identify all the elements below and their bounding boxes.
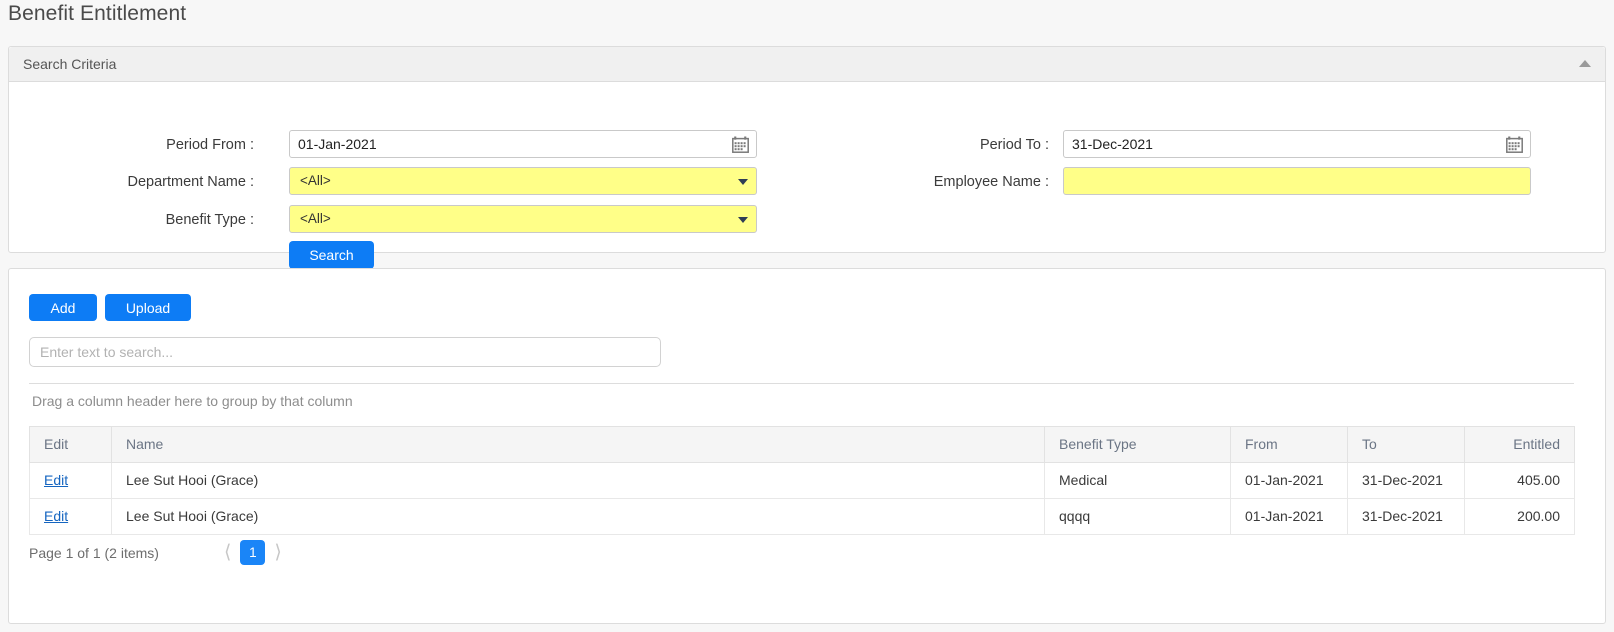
name-cell: Lee Sut Hooi (Grace) xyxy=(111,462,1045,499)
benefit-type-select[interactable]: <All> xyxy=(289,205,757,233)
page-title: Benefit Entitlement xyxy=(8,2,187,25)
column-header-from[interactable]: From xyxy=(1230,426,1348,463)
add-button[interactable]: Add xyxy=(29,294,97,321)
search-criteria-header: Search Criteria xyxy=(9,47,1605,82)
period-to-input[interactable] xyxy=(1063,130,1531,158)
column-header-name[interactable]: Name xyxy=(111,426,1045,463)
edit-cell: Edit xyxy=(29,462,112,499)
employee-name-input[interactable] xyxy=(1063,167,1531,195)
benefit-type-label: Benefit Type : xyxy=(165,212,254,228)
department-name-select[interactable]: <All> xyxy=(289,167,757,195)
pagination-info: Page 1 of 1 (2 items) xyxy=(29,544,159,561)
benefit-entitlement-page: Benefit Entitlement Search Criteria Peri… xyxy=(0,0,1614,632)
upload-button[interactable]: Upload xyxy=(105,294,191,321)
search-input[interactable] xyxy=(29,337,661,367)
employee-name-label: Employee Name : xyxy=(933,174,1049,190)
results-panel: Add Upload Drag a column header here to … xyxy=(8,268,1606,624)
search-criteria-panel: Search Criteria Period From : 01-Jan-202… xyxy=(8,46,1606,269)
pagination: Page 1 of 1 (2 items) ⟨ 1 ⟩ xyxy=(29,540,291,565)
entitled-cell: 405.00 xyxy=(1464,462,1575,499)
period-from-label: Period From : xyxy=(166,137,254,153)
group-by-hint: Drag a column header here to group by th… xyxy=(32,393,353,409)
benefit-type-cell: Medical xyxy=(1044,462,1231,499)
benefit-type-value: <All> xyxy=(300,211,331,226)
table-row: Edit Lee Sut Hooi (Grace) Medical 01-Jan… xyxy=(29,462,1575,499)
period-to-label: Period To : xyxy=(979,137,1049,153)
divider xyxy=(29,383,1574,384)
table-row: Edit Lee Sut Hooi (Grace) qqqq 01-Jan-20… xyxy=(29,498,1575,535)
edit-link[interactable]: Edit xyxy=(44,472,68,488)
to-cell: 31-Dec-2021 xyxy=(1347,498,1465,535)
from-cell: 01-Jan-2021 xyxy=(1230,462,1348,499)
entitled-cell: 200.00 xyxy=(1464,498,1575,535)
column-header-benefit-type[interactable]: Benefit Type xyxy=(1044,426,1231,463)
chevron-down-icon xyxy=(738,179,748,185)
chevron-up-icon[interactable] xyxy=(1579,60,1593,70)
page-number-1[interactable]: 1 xyxy=(240,540,266,565)
grid-header-row: Edit Name Benefit Type From To Entitled xyxy=(29,426,1575,463)
calendar-icon[interactable] xyxy=(1506,136,1523,153)
period-from-input[interactable] xyxy=(289,130,757,158)
search-criteria-body: Period From : 01-Jan-2021 Period To: 31… xyxy=(9,82,1605,269)
from-cell: 01-Jan-2021 xyxy=(1230,498,1348,535)
chevron-down-icon xyxy=(738,217,748,223)
benefit-entitlement-grid: Edit Name Benefit Type From To Entitled … xyxy=(29,426,1575,535)
benefit-type-cell: qqqq xyxy=(1044,498,1231,535)
department-name-label: Department Name : xyxy=(127,174,254,190)
column-header-to[interactable]: To xyxy=(1347,426,1465,463)
column-header-entitled[interactable]: Entitled xyxy=(1464,426,1575,463)
edit-link[interactable]: Edit xyxy=(44,508,68,524)
name-cell: Lee Sut Hooi (Grace) xyxy=(111,498,1045,535)
column-header-edit[interactable]: Edit xyxy=(29,426,112,463)
calendar-icon[interactable] xyxy=(732,136,749,153)
chevron-left-icon[interactable]: ⟨ xyxy=(215,543,240,562)
to-cell: 31-Dec-2021 xyxy=(1347,462,1465,499)
department-name-value: <All> xyxy=(300,173,331,188)
search-button[interactable]: Search xyxy=(289,241,374,269)
chevron-right-icon[interactable]: ⟩ xyxy=(265,543,290,562)
edit-cell: Edit xyxy=(29,498,112,535)
search-criteria-title: Search Criteria xyxy=(23,56,117,72)
